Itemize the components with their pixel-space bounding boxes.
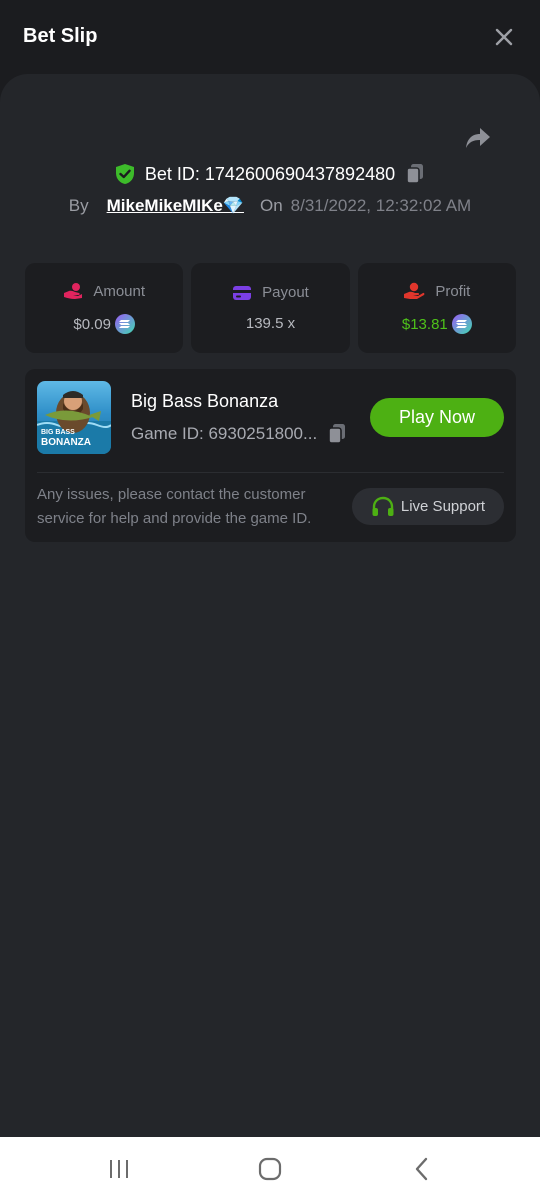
thumbnail-title-line1: BIG BASS bbox=[41, 429, 75, 436]
live-support-button[interactable]: Live Support bbox=[352, 488, 504, 525]
divider bbox=[37, 472, 504, 473]
back-button[interactable] bbox=[405, 1154, 439, 1184]
bet-id-value: 1742600690437892480 bbox=[204, 163, 396, 184]
close-icon bbox=[495, 28, 513, 46]
amount-card: Amount $0.09 bbox=[25, 263, 184, 353]
thumbnail-title-line2: BONANZA bbox=[41, 437, 91, 448]
money-hand-icon bbox=[64, 283, 83, 299]
support-notice: Any issues, please contact the customer … bbox=[37, 486, 312, 527]
by-label: By bbox=[68, 196, 89, 215]
recent-apps-button[interactable] bbox=[102, 1154, 136, 1184]
crypto-coin-icon bbox=[451, 314, 472, 334]
game-thumbnail[interactable]: BIG BASS BONANZA bbox=[37, 381, 111, 454]
on-label: On bbox=[259, 196, 283, 215]
bet-slip-sheet bbox=[0, 74, 540, 1137]
copy-icon bbox=[328, 424, 346, 444]
play-now-button[interactable]: Play Now bbox=[370, 398, 504, 437]
profit-label: Profit bbox=[435, 282, 471, 300]
home-button[interactable] bbox=[253, 1154, 287, 1184]
close-button[interactable] bbox=[490, 23, 518, 51]
game-id-row: Game ID: 6930251800... bbox=[131, 423, 347, 445]
game-card: BIG BASS BONANZA Big Bass Bonanza Game I… bbox=[25, 369, 516, 542]
copy-bet-id-button[interactable] bbox=[405, 163, 425, 185]
bet-date: 8/31/2022, 12:32:02 AM bbox=[290, 196, 472, 215]
headset-icon bbox=[372, 496, 394, 516]
profit-card: Profit $13.81 bbox=[357, 263, 516, 353]
bet-stats: Amount $0.09 Payout 139.5 x Profit $13.8… bbox=[25, 263, 516, 353]
game-title: Big Bass Bonanza bbox=[131, 391, 279, 411]
bet-id-row: Bet ID: 1742600690437892480 bbox=[0, 160, 540, 188]
bet-id-text: Bet ID: 1742600690437892480 bbox=[145, 164, 395, 185]
shield-check-icon bbox=[115, 164, 134, 184]
profit-value: $13.81 bbox=[401, 315, 448, 333]
wallet-card-icon bbox=[233, 285, 252, 300]
copy-game-id-button[interactable] bbox=[327, 423, 347, 445]
profit-hand-icon bbox=[404, 282, 425, 299]
back-icon bbox=[415, 1157, 428, 1181]
system-nav-bar bbox=[0, 1137, 540, 1200]
copy-icon bbox=[406, 164, 424, 184]
game-id-text: Game ID: 6930251800... bbox=[131, 424, 318, 443]
payout-value: 139.5 x bbox=[245, 315, 296, 332]
header: Bet Slip bbox=[0, 0, 540, 74]
username-link[interactable]: MikeMikeMIKe💎 bbox=[107, 196, 244, 216]
page-title: Bet Slip bbox=[23, 25, 98, 47]
bet-id-label: Bet ID: bbox=[144, 163, 200, 184]
share-button[interactable] bbox=[462, 124, 494, 152]
share-icon bbox=[466, 128, 490, 148]
payout-label: Payout bbox=[262, 284, 309, 301]
recent-apps-icon bbox=[110, 1160, 128, 1178]
live-support-label: Live Support bbox=[400, 498, 486, 515]
amount-label: Amount bbox=[93, 282, 146, 300]
crypto-coin-icon bbox=[114, 314, 135, 334]
bet-owner-row: By MikeMikeMIKe💎 On 8/31/2022, 12:32:02 … bbox=[0, 193, 540, 219]
payout-card: Payout 139.5 x bbox=[191, 263, 350, 353]
amount-value: $0.09 bbox=[73, 315, 111, 333]
home-icon bbox=[258, 1157, 282, 1181]
